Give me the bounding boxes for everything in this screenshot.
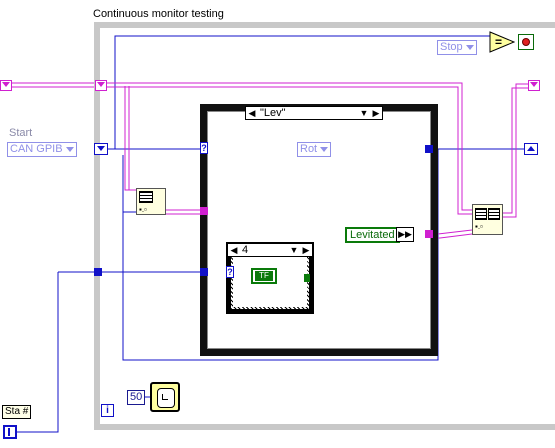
- rot-enum-constant[interactable]: Rot: [297, 142, 332, 157]
- array-marker-icon: ▪.▫: [139, 205, 147, 214]
- case-string-input-tunnel: [200, 207, 208, 215]
- inner-case-selector[interactable]: ◀ 4 ▼ ▶: [227, 243, 313, 257]
- dropdown-arrow-icon: [65, 147, 74, 152]
- station-number-label: Sta #: [2, 405, 32, 419]
- string-shift-register-left[interactable]: [95, 80, 107, 91]
- concatenate-strings-node[interactable]: ▶▶: [396, 227, 414, 242]
- string-shift-register-right[interactable]: [528, 80, 540, 91]
- wait-ms-constant[interactable]: 50: [127, 390, 146, 405]
- left-edge-shift-register[interactable]: [0, 80, 12, 91]
- case-string-output-tunnel: [425, 230, 433, 238]
- svg-text:=: =: [495, 35, 502, 49]
- station-number-control[interactable]: [3, 425, 17, 439]
- enum-shift-register-left[interactable]: [94, 143, 108, 155]
- case-selector-value: "Lev": [260, 107, 286, 119]
- stop-enum-value: Stop: [440, 41, 463, 53]
- dropdown-arrow-icon[interactable]: ▼: [288, 244, 300, 256]
- case-output-tunnel: [425, 145, 433, 153]
- decrement-arrow-icon[interactable]: ◀: [246, 107, 258, 119]
- loop-iteration-terminal: i: [101, 404, 114, 417]
- array-marker-icon: ▪.▫: [475, 222, 483, 231]
- array-icon: [475, 208, 487, 220]
- levitated-string-constant[interactable]: Levitated: [345, 227, 400, 243]
- dropdown-arrow-icon: [465, 45, 474, 50]
- loop-title: Continuous monitor testing: [93, 8, 224, 20]
- station-loop-tunnel: [94, 268, 102, 276]
- equal-comparison-node[interactable]: =: [489, 31, 515, 53]
- start-enum-value: CAN GPIB: [10, 143, 63, 155]
- rot-enum-value: Rot: [300, 143, 318, 155]
- build-array-output-subvi[interactable]: ▪.▫: [472, 204, 503, 235]
- array-icon: [488, 208, 500, 220]
- dropdown-arrow-icon: [320, 147, 329, 152]
- inner-case-value: 4: [242, 244, 249, 256]
- bool-constant[interactable]: TF: [251, 268, 277, 284]
- increment-arrow-icon[interactable]: ▶: [300, 244, 312, 256]
- enum-shift-register-right[interactable]: [524, 143, 538, 155]
- inner-case-selector-terminal[interactable]: ?: [226, 266, 234, 278]
- array-icon: [139, 191, 153, 203]
- integer-icon: [8, 428, 14, 436]
- increment-arrow-icon[interactable]: ▶: [370, 107, 382, 119]
- build-array-subvi[interactable]: ▪.▫: [136, 188, 166, 215]
- wait-timer-icon[interactable]: [150, 382, 180, 412]
- case-input-tunnel: [200, 268, 208, 276]
- case-selector[interactable]: ◀ "Lev" ▼ ▶: [245, 106, 383, 120]
- stop-condition-icon[interactable]: [518, 34, 534, 50]
- start-enum-constant[interactable]: CAN GPIB: [7, 142, 77, 157]
- bool-tunnel: [304, 274, 310, 282]
- dropdown-arrow-icon[interactable]: ▼: [358, 107, 370, 119]
- case-selector-terminal[interactable]: ?: [200, 142, 208, 154]
- decrement-arrow-icon[interactable]: ◀: [228, 244, 240, 256]
- start-label: Start: [9, 127, 33, 139]
- stop-enum-constant[interactable]: Stop: [437, 40, 477, 55]
- bool-constant-label: TF: [255, 271, 273, 281]
